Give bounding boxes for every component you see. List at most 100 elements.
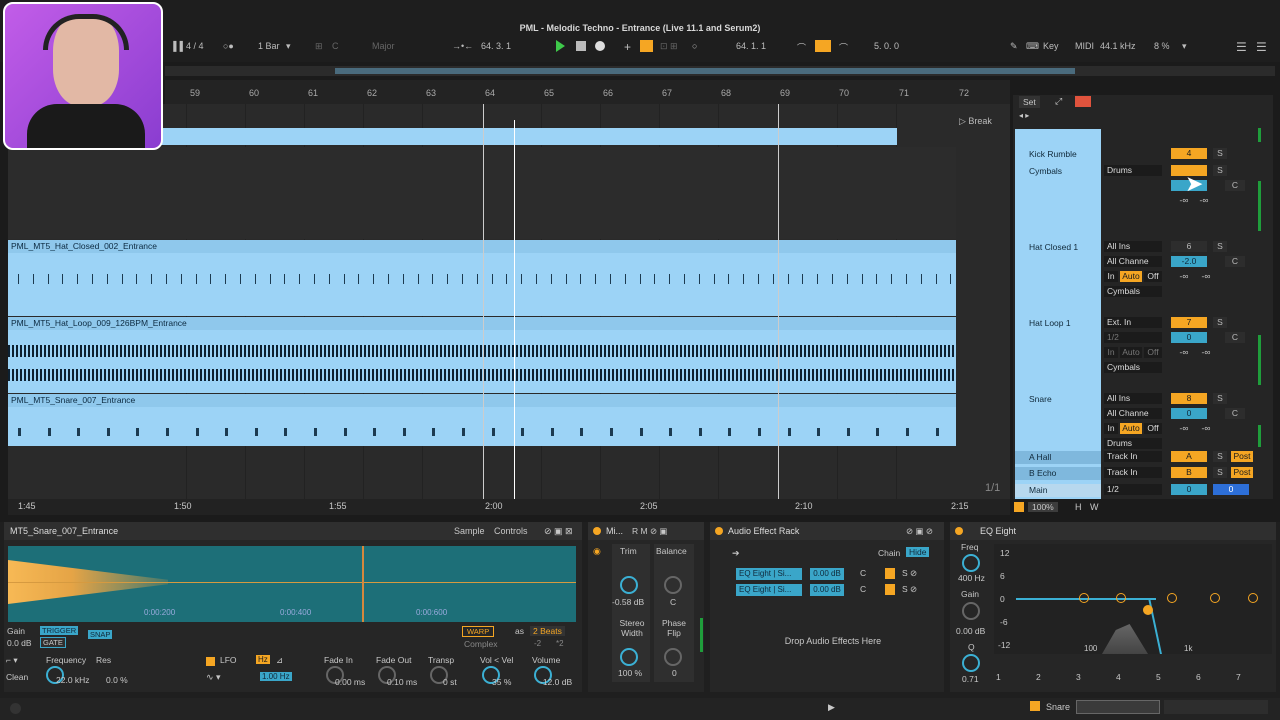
record-icon[interactable] bbox=[595, 41, 605, 51]
pan-field[interactable]: C bbox=[1225, 180, 1245, 191]
beats-field[interactable]: 2 Beats bbox=[530, 626, 565, 636]
info-icon[interactable] bbox=[10, 703, 21, 714]
sync-icon[interactable]: ⊿ bbox=[276, 655, 283, 666]
width-knob[interactable] bbox=[620, 648, 638, 666]
track-activator[interactable]: 4 bbox=[1171, 148, 1207, 159]
output-select[interactable]: Cymbals bbox=[1104, 286, 1162, 297]
eq-band-number[interactable]: 7 bbox=[1236, 672, 1241, 682]
volume-value[interactable]: -12.0 dB bbox=[540, 677, 572, 687]
chain-name[interactable]: EQ Eight | Si... bbox=[736, 568, 802, 580]
balance-value[interactable]: C bbox=[670, 597, 676, 607]
track-name-hat-loop[interactable]: Hat Loop 1 bbox=[1015, 317, 1101, 330]
q-knob[interactable] bbox=[962, 654, 980, 672]
track-activator[interactable]: 7 bbox=[1171, 317, 1207, 328]
trim-knob[interactable] bbox=[620, 576, 638, 594]
midi-map-button[interactable]: MIDI bbox=[1075, 41, 1094, 51]
eq-band-node[interactable] bbox=[1210, 593, 1220, 603]
lfo-rate[interactable]: 1.00 Hz bbox=[260, 672, 292, 681]
eq-band-node[interactable] bbox=[1167, 593, 1177, 603]
eq-display[interactable]: 12 6 0 -6 -12 100 1k bbox=[994, 544, 1272, 654]
session-record-icon[interactable]: ○ bbox=[692, 41, 697, 51]
solo-button[interactable]: S bbox=[1213, 393, 1227, 404]
metronome-icon[interactable]: ▐▐ bbox=[170, 41, 183, 51]
loop-switch-icon[interactable] bbox=[815, 40, 831, 52]
warp-button[interactable]: WARP bbox=[462, 626, 495, 637]
time-ruler[interactable]: 1:45 1:50 1:55 2:00 2:05 2:10 2:15 bbox=[8, 499, 1010, 515]
hz-button[interactable]: Hz bbox=[256, 655, 270, 664]
capture-icon[interactable]: ⊡ ⊞ bbox=[660, 41, 678, 52]
sample-tab[interactable]: Sample bbox=[454, 526, 485, 536]
drop-zone[interactable]: Drop Audio Effects Here bbox=[750, 636, 916, 646]
solo-button[interactable]: S bbox=[1213, 467, 1227, 478]
frequency-value[interactable]: 22.0 kHz bbox=[56, 675, 90, 685]
pan-field[interactable]: 0 bbox=[1213, 484, 1249, 495]
device-on-icon[interactable] bbox=[593, 527, 601, 535]
draw-mode-icon[interactable]: ✎ bbox=[1010, 41, 1018, 52]
filter-type-select[interactable]: Clean bbox=[6, 672, 28, 682]
q-value[interactable]: 0.71 bbox=[962, 674, 979, 684]
trigger-button[interactable]: TRIGGER bbox=[40, 626, 79, 635]
volume-field[interactable]: 0 bbox=[1171, 332, 1207, 343]
expand-icon[interactable]: ⤢ bbox=[1055, 96, 1062, 107]
play-icon[interactable] bbox=[556, 40, 565, 52]
input-channel-select[interactable]: All Channe bbox=[1104, 408, 1162, 419]
monitor-auto[interactable]: Auto bbox=[1120, 271, 1142, 282]
monitor-off[interactable]: Off bbox=[1144, 423, 1162, 434]
chain-activator[interactable] bbox=[885, 568, 895, 579]
track-name-main[interactable]: Main bbox=[1015, 484, 1101, 497]
key-map-button[interactable]: Key bbox=[1043, 41, 1059, 51]
hat-closed-clip[interactable]: PML_MT5_Hat_Closed_002_Entrance bbox=[8, 240, 956, 316]
res-value[interactable]: 0.0 % bbox=[106, 675, 128, 685]
input-select[interactable]: 1/2 bbox=[1104, 484, 1162, 495]
overdub-plus-icon[interactable]: + bbox=[624, 40, 631, 54]
arrangement-overview[interactable] bbox=[165, 66, 1275, 76]
lock-icon[interactable] bbox=[1075, 96, 1091, 107]
output-select[interactable]: Drums bbox=[1104, 438, 1162, 449]
snap-button[interactable]: SNAP bbox=[88, 630, 113, 639]
follow-arrows-icon[interactable]: →•← bbox=[452, 41, 473, 51]
snare-clip[interactable]: PML_MT5_Snare_007_Entrance bbox=[8, 394, 956, 446]
input-select[interactable]: All Ins bbox=[1104, 241, 1162, 252]
chain-pan[interactable]: C bbox=[860, 568, 866, 578]
sample-waveform[interactable]: 0:00:200 0:00:400 0:00:600 bbox=[8, 546, 576, 622]
zoom-field[interactable]: 100% bbox=[1028, 502, 1058, 512]
monitor-auto[interactable]: Auto bbox=[1120, 347, 1142, 358]
settings-icon[interactable]: ⊘ ▣ ⊠ bbox=[544, 526, 573, 537]
track-name-b-echo[interactable]: B Echo bbox=[1015, 467, 1101, 480]
eq-band-node[interactable] bbox=[1248, 593, 1258, 603]
zoom-icon[interactable] bbox=[1014, 502, 1024, 512]
halve-button[interactable]: -2 bbox=[534, 639, 541, 648]
transp-value[interactable]: 0 st bbox=[443, 677, 457, 687]
eq-band-number[interactable]: 2 bbox=[1036, 672, 1041, 682]
fade-in-value[interactable]: 0.00 ms bbox=[335, 677, 365, 687]
freq-knob[interactable] bbox=[962, 554, 980, 572]
device-chain-overview[interactable] bbox=[1164, 700, 1268, 714]
phase-value[interactable]: 0 bbox=[672, 668, 677, 678]
power-icon[interactable]: ◉ bbox=[593, 546, 601, 557]
double-button[interactable]: *2 bbox=[556, 639, 564, 648]
loop-length[interactable]: 5. 0. 0 bbox=[874, 41, 899, 51]
menu-icon[interactable]: ☰ bbox=[1256, 40, 1267, 54]
eq-band-number[interactable]: 4 bbox=[1116, 672, 1121, 682]
monitor-off[interactable]: Off bbox=[1144, 347, 1162, 358]
track-name-cymbals[interactable]: Cymbals bbox=[1015, 165, 1101, 178]
chain-volume[interactable]: 0.00 dB bbox=[810, 568, 844, 580]
monitor-in[interactable]: In bbox=[1104, 271, 1118, 282]
menu-icon[interactable]: ☰ bbox=[1236, 40, 1247, 54]
eq-band-number[interactable]: 5 bbox=[1156, 672, 1161, 682]
monitor-off[interactable]: Off bbox=[1144, 271, 1162, 282]
pan-field[interactable]: C bbox=[1225, 332, 1245, 343]
key-root-select[interactable]: C bbox=[332, 41, 339, 51]
solo-button[interactable]: S bbox=[1213, 317, 1227, 328]
fade-out-value[interactable]: 0.10 ms bbox=[387, 677, 417, 687]
device-on-icon[interactable] bbox=[715, 527, 723, 535]
device-buttons-icon[interactable]: ⊘ ▣ ⊘ bbox=[906, 526, 933, 537]
balance-knob[interactable] bbox=[664, 576, 682, 594]
key-map-icon[interactable]: ⌨ bbox=[1026, 41, 1039, 52]
arrow-right-icon[interactable]: ➔ bbox=[732, 548, 740, 559]
monitor-auto[interactable]: Auto bbox=[1120, 423, 1142, 434]
play-icon[interactable]: ▶ bbox=[828, 702, 835, 713]
lfo-wave-select[interactable]: ∿ ▾ bbox=[206, 672, 221, 683]
pan-field[interactable]: C bbox=[1225, 408, 1245, 419]
solo-button[interactable]: S bbox=[1213, 148, 1227, 159]
